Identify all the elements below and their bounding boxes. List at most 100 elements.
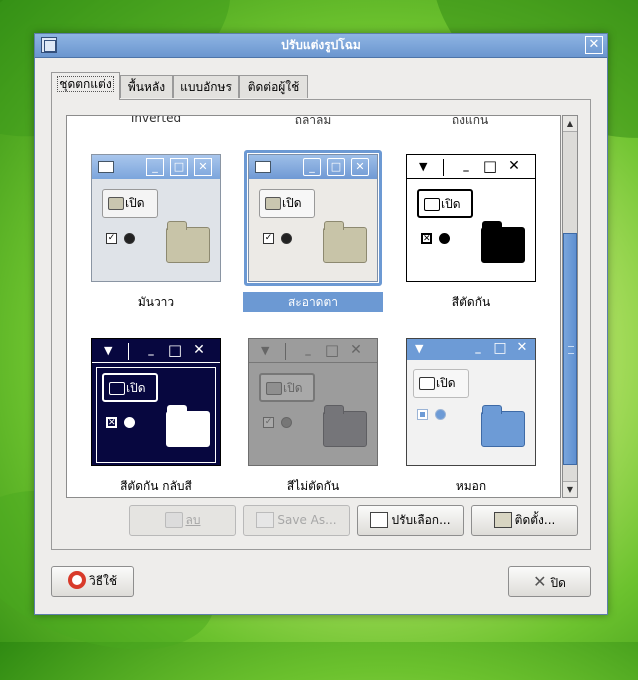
- edit-icon: [370, 512, 389, 528]
- separator: [128, 343, 129, 360]
- lifebuoy-icon: [67, 571, 86, 589]
- preview-titlebar: ▼ _ □ ✕: [407, 339, 535, 360]
- theme-label-clearlooks: สะอาดตา: [243, 292, 383, 312]
- preview-open-label: เปิด: [436, 376, 456, 390]
- theme-label-low-contrast: สีไม่ตัดกัน: [286, 479, 340, 493]
- window-menu-icon[interactable]: [41, 37, 57, 53]
- minimize-icon: _: [303, 158, 321, 176]
- menu-arrow-icon: ▼: [419, 160, 428, 173]
- minimize-icon: _: [148, 343, 154, 356]
- radio-icon: [281, 417, 292, 428]
- preview-open-label: เปิด: [441, 197, 461, 211]
- theme-label-glossy: มันวาว: [137, 295, 175, 309]
- separator: [443, 159, 444, 176]
- window-icon: [255, 161, 271, 173]
- window-title: ปรับแต่งรูปโฉม: [281, 38, 361, 52]
- close-icon: ✕: [508, 158, 520, 174]
- folder-icon: [424, 198, 440, 211]
- close-icon: ✕: [350, 342, 362, 358]
- delete-button[interactable]: ลบ: [129, 505, 236, 536]
- preview-open-button: เปิด: [413, 369, 469, 398]
- folder-icon: [166, 221, 210, 263]
- close-button[interactable]: ✕ ปิด: [508, 566, 591, 597]
- scroll-thumb[interactable]: [563, 233, 577, 465]
- preview-open-label: เปิด: [126, 381, 146, 395]
- delete-label: ลบ: [185, 513, 201, 527]
- maximize-icon: □: [167, 341, 183, 359]
- tab-theme[interactable]: ชุดตกแต่ง: [51, 72, 120, 100]
- preview-open-label: เปิด: [282, 196, 302, 210]
- theme-label-high-contrast-inverse: สีตัดกัน กลับสี: [120, 479, 192, 493]
- theme-preview-low-contrast[interactable]: ▼ _ □ ✕ เปิด ✓: [248, 338, 378, 466]
- checkbox-icon: ✓: [106, 233, 117, 244]
- theme-preview-mist[interactable]: ▼ _ □ ✕ เปิด: [406, 338, 536, 466]
- theme-icon-view[interactable]: Inverted ถลาลม ถงแกน _ □ ✕ เปิด ✓ มันวาว…: [66, 115, 561, 498]
- maximize-icon: □: [327, 158, 345, 176]
- radio-icon: [435, 409, 446, 420]
- install-button[interactable]: ติดตั้ง...: [471, 505, 578, 536]
- radio-icon: [281, 233, 292, 244]
- trash-icon: [164, 512, 183, 528]
- appearance-preferences-window: ปรับแต่งรูปโฉม ✕ ชุดตกแต่ง พื้นหลัง แบบอ…: [34, 33, 608, 615]
- window-icon: [98, 161, 114, 173]
- separator: [285, 343, 286, 360]
- theme-preview-clearlooks[interactable]: _ □ ✕ เปิด ✓: [248, 154, 378, 282]
- close-icon[interactable]: ✕: [585, 36, 603, 54]
- theme-preview-high-contrast[interactable]: ▼ _ □ ✕ เปิด ✕: [406, 154, 536, 282]
- scroll-grip-icon: [568, 346, 574, 354]
- folder-icon: [481, 405, 525, 447]
- checkbox-icon: ✓: [263, 233, 274, 244]
- tab-interface-label: ติดต่อผู้ใช้: [247, 80, 300, 94]
- tab-background[interactable]: พื้นหลัง: [120, 75, 173, 98]
- minimize-icon: _: [463, 159, 469, 172]
- radio-icon: [124, 417, 135, 428]
- checkbox-icon: ✕: [106, 417, 117, 428]
- folder-icon: [419, 377, 435, 390]
- preview-open-button: เปิด: [102, 373, 158, 402]
- menu-arrow-icon: ▼: [104, 344, 113, 357]
- folder-icon: [265, 197, 281, 210]
- preview-titlebar: ▼ _ □ ✕: [92, 339, 220, 363]
- theme-preview-high-contrast-inverse[interactable]: ▼ _ □ ✕ เปิด ✕: [91, 338, 221, 466]
- save-as-label: Save As...: [277, 513, 337, 527]
- install-label: ติดตั้ง...: [514, 513, 556, 527]
- theme-label-mist: หมอก: [455, 479, 487, 493]
- radio-icon: [124, 233, 135, 244]
- preview-open-label: เปิด: [125, 196, 145, 210]
- preview-open-button: เปิด: [102, 189, 158, 218]
- theme-page: Inverted ถลาลม ถงแกน _ □ ✕ เปิด ✓ มันวาว…: [51, 99, 591, 550]
- maximize-icon: □: [170, 158, 188, 176]
- close-icon: ✕: [351, 158, 369, 176]
- tab-background-label: พื้นหลัง: [127, 80, 166, 94]
- preview-titlebar: ▼ _ □ ✕: [249, 339, 377, 363]
- scroll-down-icon[interactable]: ▼: [563, 481, 577, 497]
- preview-titlebar: _ □ ✕: [249, 155, 377, 179]
- minimize-icon: _: [475, 341, 481, 354]
- scroll-up-icon[interactable]: ▲: [563, 116, 577, 132]
- checkbox-icon: ✕: [421, 233, 432, 244]
- preview-open-button: เปิด: [259, 189, 315, 218]
- theme-label-partial: ถงแกน: [451, 115, 489, 127]
- minimize-icon: _: [305, 343, 311, 356]
- titlebar: ปรับแต่งรูปโฉม ✕: [35, 34, 607, 58]
- help-button[interactable]: วิธีใช้: [51, 566, 134, 597]
- save-as-button[interactable]: Save As...: [243, 505, 350, 536]
- preview-open-label: เปิด: [283, 381, 303, 395]
- customize-label: ปรับเลือก...: [391, 513, 451, 527]
- close-label: ปิด: [550, 576, 566, 590]
- tab-interface[interactable]: ติดต่อผู้ใช้: [239, 75, 308, 98]
- folder-icon: [109, 382, 125, 395]
- close-icon: ✕: [194, 158, 212, 176]
- folder-icon: [108, 197, 124, 210]
- theme-preview-glossy[interactable]: _ □ ✕ เปิด ✓: [91, 154, 221, 282]
- theme-label-partial: ถลาลม: [294, 115, 332, 127]
- tab-theme-label: ชุดตกแต่ง: [57, 76, 114, 92]
- maximize-icon: □: [482, 157, 498, 175]
- theme-list-scrollbar[interactable]: ▲ ▼: [562, 115, 578, 498]
- tab-fonts[interactable]: แบบอักษร: [173, 75, 239, 98]
- checkbox-icon: [417, 409, 428, 420]
- customize-button[interactable]: ปรับเลือก...: [357, 505, 464, 536]
- theme-label-high-contrast: สีตัดกัน: [451, 295, 491, 309]
- close-icon: ✕: [516, 340, 528, 355]
- save-icon: [256, 512, 275, 528]
